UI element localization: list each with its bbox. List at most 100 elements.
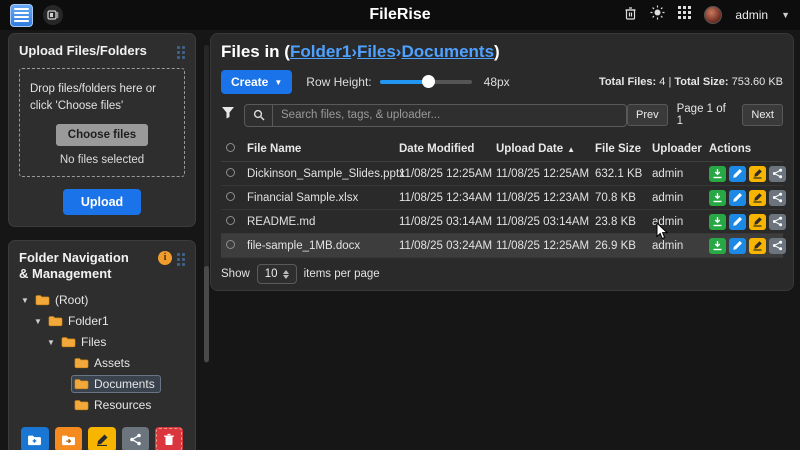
drag-handle-icon[interactable] xyxy=(177,46,185,59)
user-menu[interactable]: admin xyxy=(735,8,768,22)
file-table: File Name Date Modified Upload Date▲ Fil… xyxy=(221,136,783,258)
tree-item-files[interactable]: ▼ Files xyxy=(19,334,185,350)
row-height-slider[interactable] xyxy=(380,80,472,84)
tag-marker-icon[interactable] xyxy=(749,190,766,206)
file-name[interactable]: Dickinson_Sample_Slides.pptx xyxy=(247,168,399,180)
prev-page-button[interactable]: Prev xyxy=(627,104,668,126)
total-files-label: Total Files: xyxy=(599,76,656,88)
table-row[interactable]: file-sample_1MB.docx 11/08/25 03:24AM 11… xyxy=(221,234,783,258)
breadcrumb-files[interactable]: Files xyxy=(357,42,396,61)
upload-button[interactable]: Upload xyxy=(63,189,141,215)
file-uploader: admin xyxy=(652,192,709,204)
download-icon[interactable] xyxy=(709,190,726,206)
create-button[interactable]: Create▼ xyxy=(221,70,292,94)
tag-marker-icon[interactable] xyxy=(749,214,766,230)
share-icon[interactable] xyxy=(769,166,786,182)
chevron-down-icon[interactable]: ▼ xyxy=(781,10,790,20)
row-checkbox[interactable] xyxy=(226,192,235,201)
share-icon[interactable] xyxy=(769,214,786,230)
search-input[interactable] xyxy=(273,109,626,121)
table-row[interactable]: Dickinson_Sample_Slides.pptx 11/08/25 12… xyxy=(221,162,783,186)
tree-item-documents[interactable]: ▼ Documents xyxy=(19,376,185,392)
select-all-checkbox[interactable] xyxy=(226,143,235,152)
tag-marker-icon[interactable] xyxy=(749,238,766,254)
folder-panel: Folder Navigation & Management i ▼ (Root… xyxy=(8,240,196,450)
move-folder-icon[interactable] xyxy=(55,427,83,450)
apps-grid-icon[interactable] xyxy=(678,6,691,24)
tree-item-label: Files xyxy=(81,335,106,349)
top-bar: FileRise admin ▼ xyxy=(0,0,800,30)
table-row[interactable]: Financial Sample.xlsx 11/08/25 12:34AM 1… xyxy=(221,186,783,210)
file-modified: 11/08/25 12:25AM xyxy=(399,168,496,180)
search-icon[interactable] xyxy=(245,105,273,126)
row-checkbox[interactable] xyxy=(226,168,235,177)
tag-marker-icon[interactable] xyxy=(749,166,766,182)
page-size-value: 10 xyxy=(265,268,278,280)
breadcrumb-documents[interactable]: Documents xyxy=(401,42,494,61)
trash-icon[interactable] xyxy=(624,6,637,25)
tree-item-resources[interactable]: ▼ Resources xyxy=(19,397,185,413)
scrollbar-thumb[interactable] xyxy=(204,266,209,362)
tree-item-folder1[interactable]: ▼ Folder1 xyxy=(19,313,185,329)
caret-down-icon[interactable]: ▼ xyxy=(34,317,45,326)
file-uploaded: 11/08/25 12:25AM xyxy=(496,240,595,252)
filerise-logo[interactable] xyxy=(10,4,33,27)
column-upload-date[interactable]: Upload Date▲ xyxy=(496,143,595,155)
table-row[interactable]: README.md 11/08/25 03:14AM 11/08/25 03:1… xyxy=(221,210,783,234)
caret-down-icon[interactable]: ▼ xyxy=(47,338,58,347)
slider-thumb[interactable] xyxy=(422,75,435,88)
filter-funnel-icon[interactable] xyxy=(221,106,235,124)
edit-pencil-icon[interactable] xyxy=(729,166,746,182)
download-icon[interactable] xyxy=(709,214,726,230)
tree-item-label: Folder1 xyxy=(68,314,109,328)
column-file-name[interactable]: File Name xyxy=(247,143,399,155)
share-icon[interactable] xyxy=(769,238,786,254)
heading-suffix: ) xyxy=(494,42,500,61)
share-icon[interactable] xyxy=(122,427,150,450)
caret-down-icon[interactable]: ▼ xyxy=(21,296,32,305)
column-uploader[interactable]: Uploader xyxy=(652,143,709,155)
file-name[interactable]: README.md xyxy=(247,216,399,228)
next-page-button[interactable]: Next xyxy=(742,104,783,126)
folder-actions xyxy=(21,427,183,450)
download-icon[interactable] xyxy=(709,166,726,182)
slideshow-icon[interactable] xyxy=(43,5,63,25)
share-icon[interactable] xyxy=(769,190,786,206)
mouse-cursor xyxy=(656,222,669,245)
total-size-value: 753.60 KB xyxy=(732,76,783,88)
page-title: Files in (Folder1›Files›Documents) xyxy=(221,42,783,62)
row-checkbox[interactable] xyxy=(226,216,235,225)
file-size: 23.8 KB xyxy=(595,216,652,228)
page-size-select[interactable]: 10 xyxy=(257,264,297,284)
info-icon[interactable]: i xyxy=(158,251,172,265)
download-icon[interactable] xyxy=(709,238,726,254)
avatar[interactable] xyxy=(704,6,722,24)
tree-item-root[interactable]: ▼ (Root) xyxy=(19,292,185,308)
file-size: 70.8 KB xyxy=(595,192,652,204)
create-folder-icon[interactable] xyxy=(21,427,49,450)
upload-panel: Upload Files/Folders Drop files/folders … xyxy=(8,33,196,227)
spinner-icon xyxy=(283,270,289,279)
folder-icon xyxy=(74,399,89,411)
page-indicator: Page 1 of 1 xyxy=(677,103,734,127)
file-name[interactable]: file-sample_1MB.docx xyxy=(247,240,399,252)
rename-pencil-icon[interactable] xyxy=(88,427,116,450)
tree-item-assets[interactable]: ▼ Assets xyxy=(19,355,185,371)
delete-trash-icon[interactable] xyxy=(155,427,183,450)
file-name[interactable]: Financial Sample.xlsx xyxy=(247,192,399,204)
row-checkbox[interactable] xyxy=(226,240,235,249)
column-file-size[interactable]: File Size xyxy=(595,143,652,155)
dropzone[interactable]: Drop files/folders here or click 'Choose… xyxy=(19,68,185,176)
drag-handle-icon[interactable] xyxy=(177,253,185,266)
dropzone-text: Drop files/folders here or click 'Choose… xyxy=(28,81,176,114)
choose-files-button[interactable]: Choose files xyxy=(56,124,148,146)
light-mode-sun-icon[interactable] xyxy=(650,5,665,25)
file-modified: 11/08/25 12:34AM xyxy=(399,192,496,204)
breadcrumb-folder1[interactable]: Folder1 xyxy=(290,42,351,61)
edit-pencil-icon[interactable] xyxy=(729,190,746,206)
edit-pencil-icon[interactable] xyxy=(729,238,746,254)
column-date-modified[interactable]: Date Modified xyxy=(399,143,496,155)
tree-item-label: Documents xyxy=(94,377,155,391)
edit-pencil-icon[interactable] xyxy=(729,214,746,230)
folder-icon xyxy=(61,336,76,348)
